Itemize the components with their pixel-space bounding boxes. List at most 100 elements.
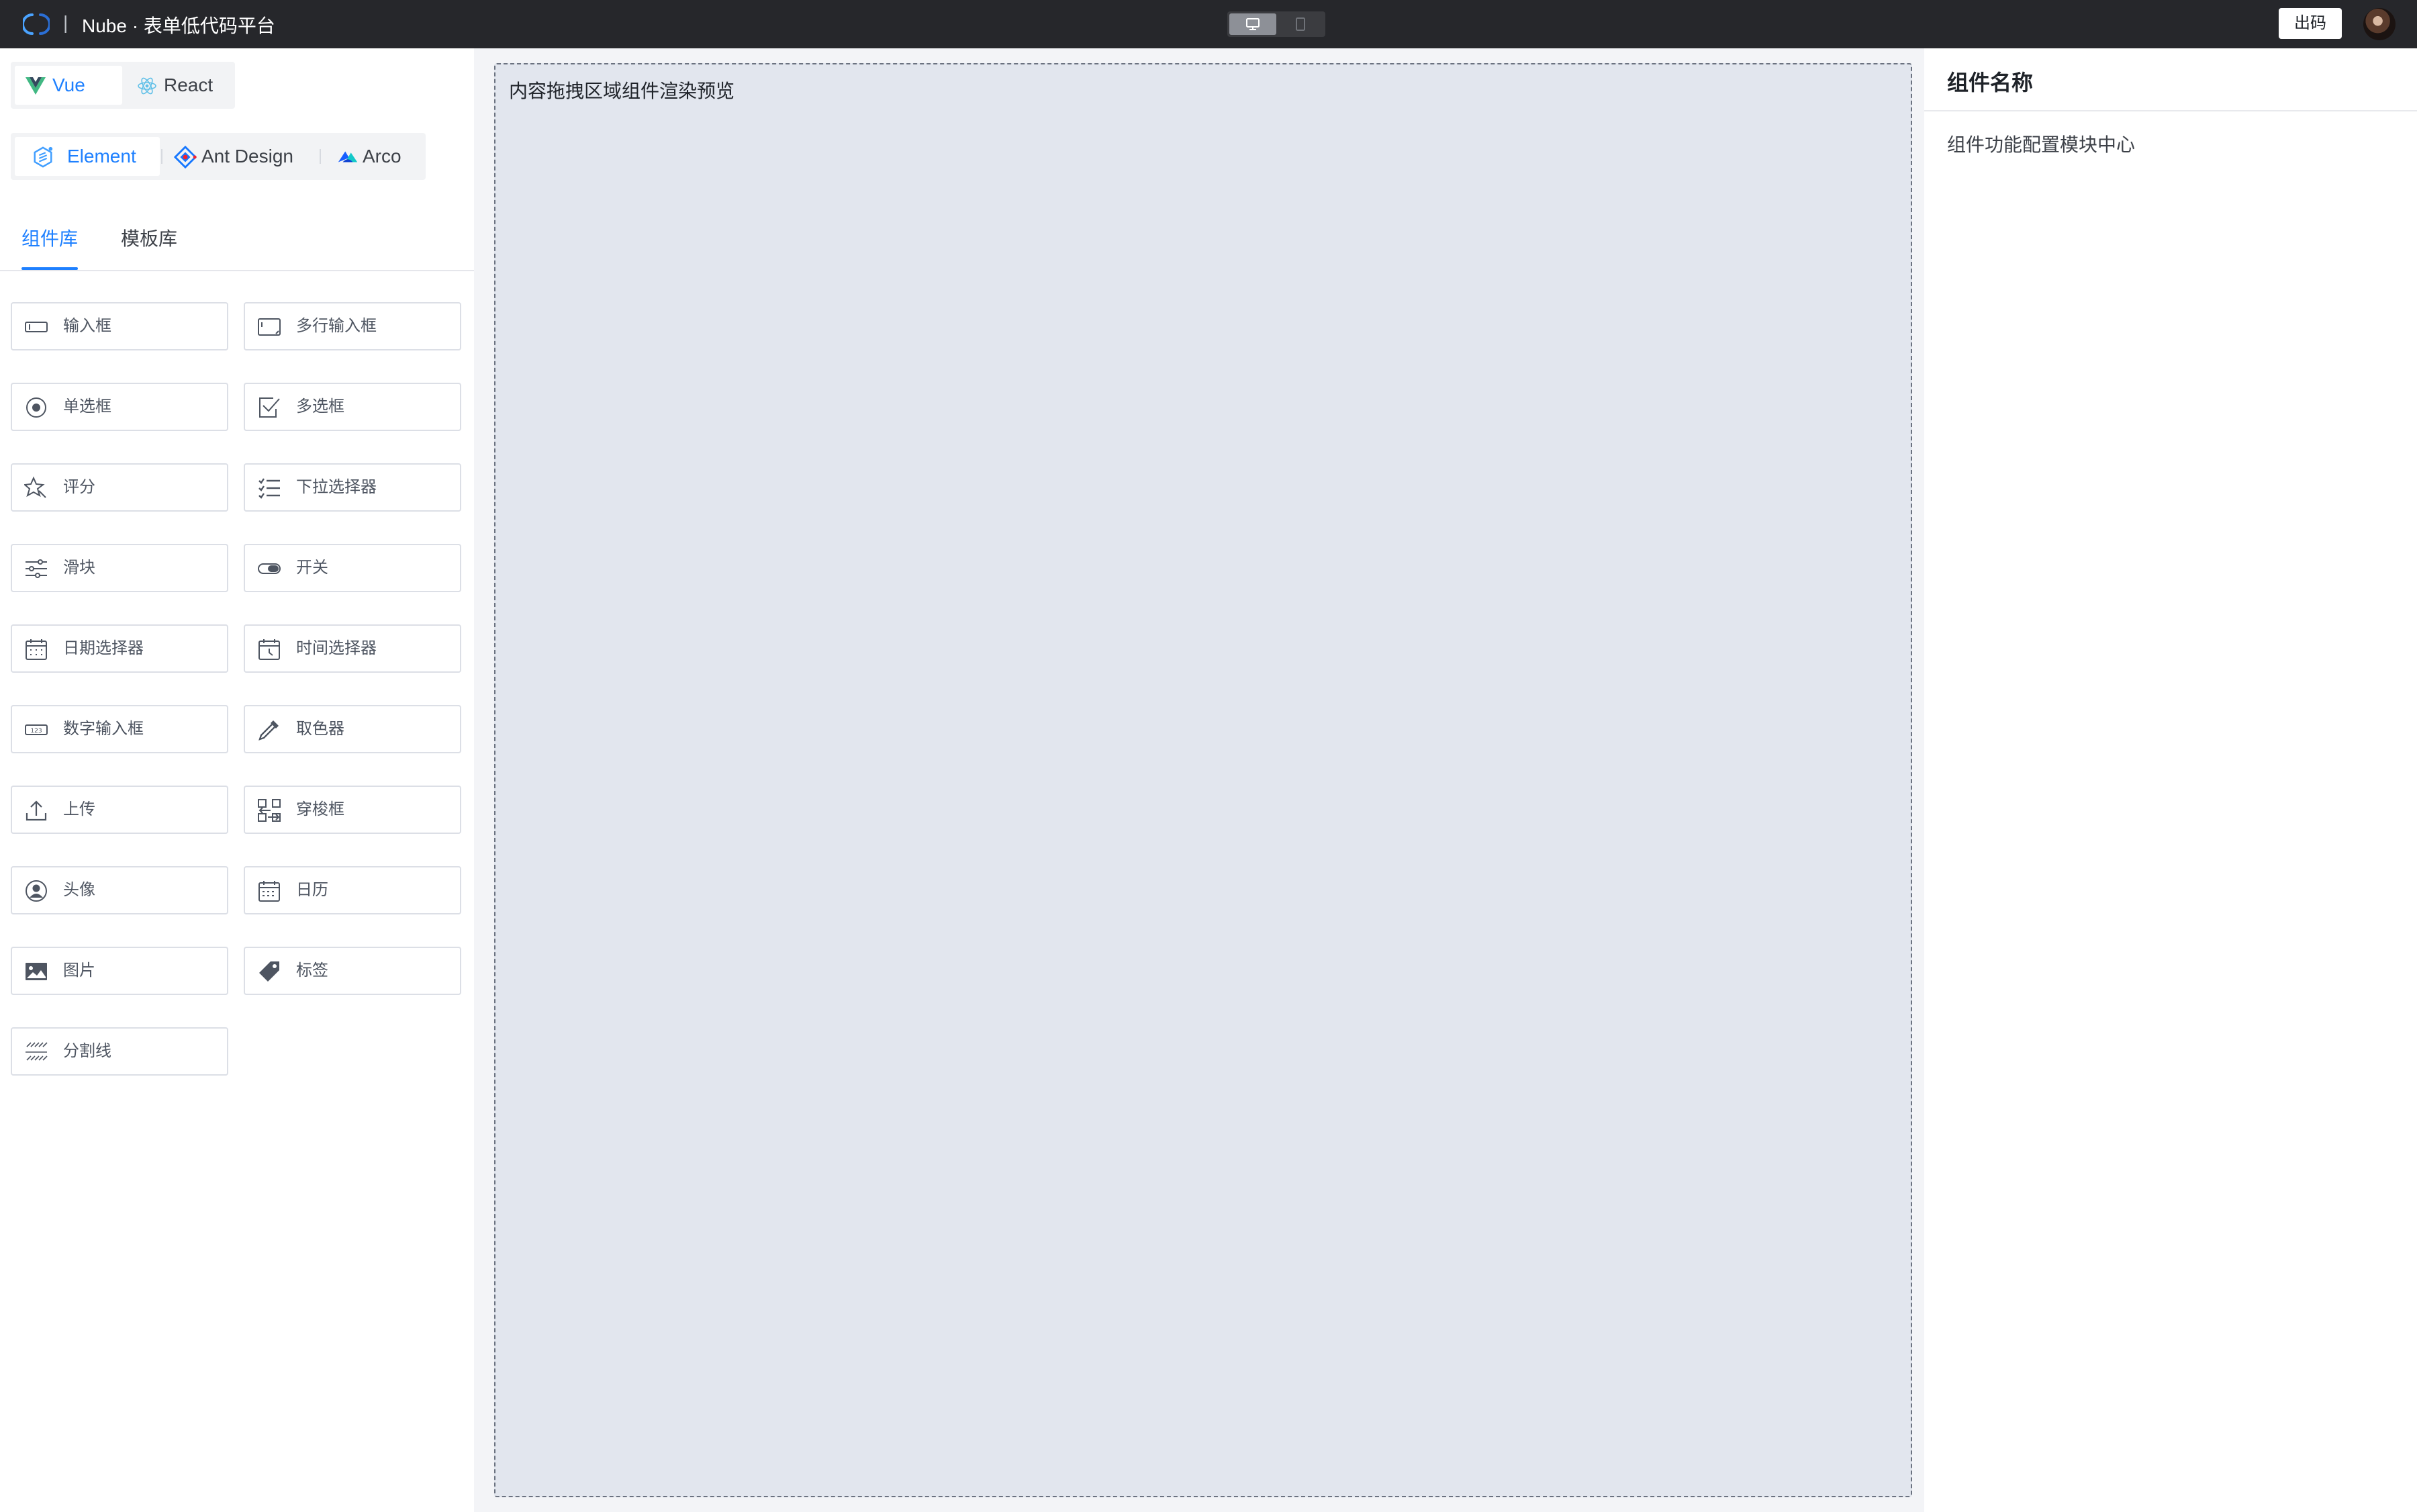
- component-label: 评分: [63, 478, 95, 496]
- component-item-avatar[interactable]: 头像: [11, 866, 228, 914]
- component-label: 取色器: [296, 720, 344, 738]
- component-label: 标签: [296, 961, 328, 980]
- component-item-upload[interactable]: 上传: [11, 786, 228, 834]
- config-panel-title: 组件名称: [1947, 70, 2034, 95]
- mobile-view-button[interactable]: [1278, 13, 1323, 35]
- image-icon: [26, 963, 47, 980]
- left-panel: Vue React Element Ant Design Arco 组件库 模板…: [0, 48, 474, 1512]
- component-label: 滑块: [63, 559, 95, 577]
- component-label: 开关: [296, 559, 328, 577]
- component-label: 头像: [63, 881, 95, 899]
- component-label: 单选框: [63, 397, 111, 416]
- component-item-image[interactable]: 图片: [11, 947, 228, 995]
- component-label: 日期选择器: [63, 639, 144, 657]
- framework-label: React: [164, 75, 214, 95]
- ant-design-logo-icon: [173, 146, 197, 169]
- divider: [161, 149, 162, 164]
- component-label: 上传: [63, 800, 95, 818]
- desktop-view-button[interactable]: [1229, 13, 1276, 35]
- component-item-divider[interactable]: 分割线: [11, 1027, 228, 1076]
- ui-library-label: Arco: [363, 146, 401, 167]
- switch-icon: [258, 563, 281, 574]
- framework-tab-vue[interactable]: Vue: [15, 66, 122, 105]
- component-item-time-picker[interactable]: 时间选择器: [244, 624, 461, 673]
- transfer-icon: [258, 799, 281, 822]
- component-item-calendar[interactable]: 日历: [244, 866, 461, 914]
- mobile-icon: [1296, 17, 1305, 31]
- component-item-select[interactable]: 下拉选择器: [244, 463, 461, 512]
- component-label: 数字输入框: [63, 720, 144, 738]
- desktop-icon: [1246, 18, 1260, 30]
- input-icon: [25, 322, 48, 332]
- component-item-switch[interactable]: 开关: [244, 544, 461, 592]
- select-icon: [258, 478, 280, 499]
- top-bar: | Nube · 表单低代码平台 出码: [0, 0, 2417, 48]
- device-toggle: [1227, 11, 1325, 37]
- component-item-rate[interactable]: 评分: [11, 463, 228, 512]
- calendar-icon: [258, 881, 280, 902]
- component-label: 分割线: [63, 1042, 111, 1060]
- component-label: 多选框: [296, 397, 344, 416]
- app-title: Nube · 表单低代码平台: [82, 15, 275, 36]
- component-item-input[interactable]: 输入框: [11, 302, 228, 350]
- component-item-tag[interactable]: 标签: [244, 947, 461, 995]
- ui-library-switcher: Element Ant Design Arco: [11, 133, 426, 180]
- svg-text:123: 123: [30, 728, 42, 735]
- react-logo-icon: [138, 77, 156, 95]
- component-label: 图片: [63, 961, 95, 980]
- ui-library-tab-arco[interactable]: Arco: [322, 137, 423, 176]
- component-item-transfer[interactable]: 穿梭框: [244, 786, 461, 834]
- drop-zone-placeholder: 内容拖拽区域组件渲染预览: [509, 81, 735, 101]
- library-tabs: 组件库 模板库: [0, 220, 474, 271]
- active-tab-indicator: [21, 267, 78, 270]
- component-label: 下拉选择器: [296, 478, 377, 496]
- user-avatar[interactable]: [2363, 8, 2396, 40]
- date-picker-icon: [26, 639, 47, 660]
- drop-zone[interactable]: 内容拖拽区域组件渲染预览: [494, 63, 1912, 1497]
- tab-template-library[interactable]: 模板库: [121, 220, 177, 258]
- component-label: 穿梭框: [296, 800, 344, 818]
- component-label: 日历: [296, 881, 328, 899]
- component-label: 时间选择器: [296, 639, 377, 657]
- upload-icon: [26, 800, 47, 821]
- component-item-date-picker[interactable]: 日期选择器: [11, 624, 228, 673]
- component-label: 多行输入框: [296, 317, 377, 335]
- component-item-textarea[interactable]: 多行输入框: [244, 302, 461, 350]
- component-item-color-picker[interactable]: 取色器: [244, 705, 461, 753]
- divider-icon: [26, 1042, 48, 1061]
- tab-component-library[interactable]: 组件库: [21, 220, 78, 258]
- export-code-button[interactable]: 出码: [2279, 8, 2342, 39]
- time-picker-icon: [258, 639, 280, 660]
- ui-library-tab-ant-design[interactable]: Ant Design: [164, 137, 317, 176]
- divider: [320, 149, 321, 164]
- framework-label: Vue: [52, 75, 85, 95]
- tag-icon: [259, 961, 279, 982]
- component-item-checkbox[interactable]: 多选框: [244, 383, 461, 431]
- config-panel: 组件名称 组件功能配置模块中心: [1924, 48, 2417, 1512]
- slider-icon: [26, 559, 47, 578]
- canvas-area: 内容拖拽区域组件渲染预览: [474, 48, 1924, 1512]
- framework-tab-react[interactable]: React: [126, 66, 231, 105]
- radio-icon: [26, 397, 46, 418]
- component-item-radio[interactable]: 单选框: [11, 383, 228, 431]
- element-logo-icon: [34, 146, 53, 168]
- ui-library-label: Element: [67, 146, 136, 167]
- vue-logo-icon: [26, 77, 46, 95]
- title-separator: |: [63, 12, 68, 33]
- ui-library-tab-element[interactable]: Element: [15, 137, 160, 176]
- avatar-icon: [26, 880, 47, 902]
- component-item-slider[interactable]: 滑块: [11, 544, 228, 592]
- checkbox-icon: [259, 397, 280, 418]
- component-label: 输入框: [63, 317, 111, 335]
- rate-icon: [24, 476, 46, 498]
- textarea-icon: [258, 318, 281, 336]
- nube-logo-icon: [23, 13, 50, 35]
- component-item-number-input[interactable]: 123 数字输入框: [11, 705, 228, 753]
- framework-switcher: Vue React: [11, 62, 235, 109]
- ui-library-label: Ant Design: [201, 146, 293, 167]
- arco-logo-icon: [338, 151, 358, 162]
- number-input-icon: 123: [25, 724, 48, 735]
- config-panel-description: 组件功能配置模块中心: [1947, 134, 2136, 155]
- color-picker-icon: [258, 720, 279, 741]
- config-panel-header: 组件名称: [1924, 48, 2417, 111]
